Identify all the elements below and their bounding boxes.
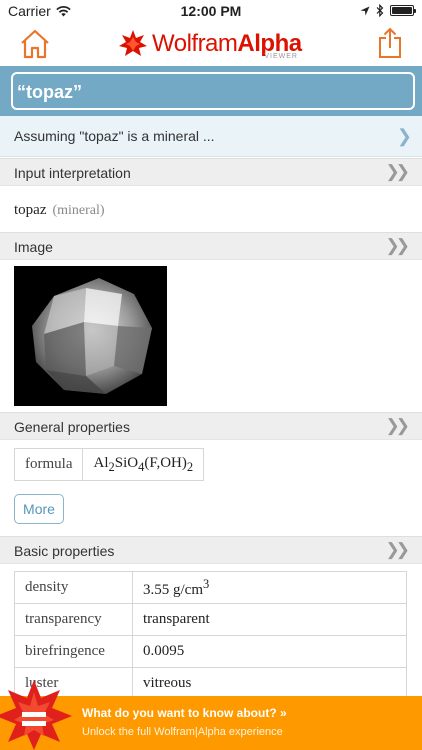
property-label: birefringence bbox=[14, 635, 133, 668]
pod-title: General properties bbox=[14, 419, 130, 435]
table-row: transparency transparent bbox=[14, 603, 407, 636]
search-input[interactable]: “topaz” bbox=[11, 72, 415, 110]
double-chevron-icon[interactable]: ❯❯ bbox=[386, 162, 410, 182]
table-row: formula Al2SiO4(F,OH)2 bbox=[13, 448, 205, 481]
banner-title: What do you want to know about? » bbox=[82, 706, 287, 720]
double-chevron-icon[interactable]: ❯❯ bbox=[386, 416, 410, 436]
property-value: vitreous bbox=[132, 667, 407, 700]
property-value: 3.55 g/cm3 bbox=[132, 571, 407, 604]
double-chevron-icon[interactable]: ❯❯ bbox=[386, 236, 410, 256]
assumption-text: Assuming "topaz" is a mineral ... bbox=[14, 128, 215, 144]
double-chevron-icon[interactable]: ❯❯ bbox=[386, 540, 410, 560]
property-label: density bbox=[14, 571, 133, 604]
location-icon bbox=[360, 6, 370, 15]
brand-subtitle: VIEWER bbox=[264, 53, 298, 60]
assumption-row[interactable]: Assuming "topaz" is a mineral ... ❯ bbox=[0, 116, 422, 157]
search-query: “topaz” bbox=[17, 82, 82, 102]
battery-icon bbox=[390, 5, 416, 16]
topaz-crystal-image bbox=[14, 266, 167, 406]
pod-header-image: Image ❯❯ bbox=[0, 232, 422, 260]
pod-header-input-interpretation: Input interpretation ❯❯ bbox=[0, 158, 422, 186]
general-properties-table: formula Al2SiO4(F,OH)2 bbox=[13, 448, 205, 481]
home-icon[interactable] bbox=[19, 28, 51, 60]
search-area: “topaz” bbox=[0, 66, 422, 116]
wolfram-spikey-icon bbox=[119, 30, 147, 56]
table-row: density 3.55 g/cm3 bbox=[14, 571, 407, 604]
pod-title: Basic properties bbox=[14, 543, 115, 559]
interpretation-term: topaz bbox=[14, 202, 47, 218]
pod-header-basic-properties: Basic properties ❯❯ bbox=[0, 536, 422, 564]
banner-subtitle: Unlock the full Wolfram|Alpha experience bbox=[82, 726, 283, 738]
chevron-right-icon: ❯ bbox=[396, 126, 412, 146]
more-button[interactable]: More bbox=[14, 494, 64, 524]
interpretation-qualifier: (mineral) bbox=[52, 203, 105, 218]
status-right bbox=[360, 4, 416, 17]
formula-label: formula bbox=[13, 448, 84, 481]
share-icon[interactable] bbox=[378, 27, 402, 59]
wolfram-alpha-logo: WolframAlpha VIEWER bbox=[118, 27, 308, 61]
interpretation-value: topaz (mineral) bbox=[14, 202, 105, 219]
wolfram-spikey-badge-icon bbox=[0, 680, 72, 750]
property-value: transparent bbox=[132, 603, 407, 636]
pod-title: Input interpretation bbox=[14, 165, 131, 181]
formula-value: Al2SiO4(F,OH)2 bbox=[82, 448, 205, 481]
app-header: WolframAlpha VIEWER bbox=[0, 22, 422, 66]
status-time: 12:00 PM bbox=[180, 3, 242, 19]
property-value: 0.0095 bbox=[132, 635, 407, 668]
pod-title: Image bbox=[14, 239, 53, 255]
pod-header-general-properties: General properties ❯❯ bbox=[0, 412, 422, 440]
table-row: birefringence 0.0095 bbox=[14, 635, 407, 668]
status-bar: Carrier 12:00 PM bbox=[0, 0, 422, 22]
bluetooth-icon bbox=[376, 4, 384, 17]
property-label: transparency bbox=[14, 603, 133, 636]
